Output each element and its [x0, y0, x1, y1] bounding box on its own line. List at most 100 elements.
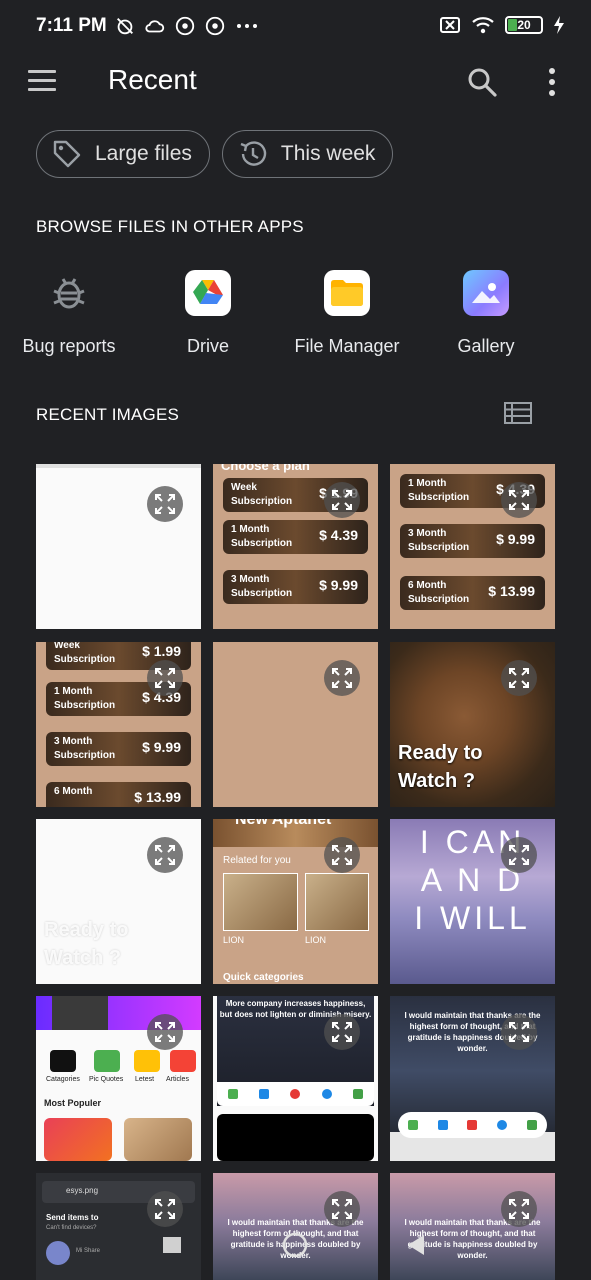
chip-large-files[interactable]: Large files: [36, 130, 210, 178]
app-gallery[interactable]: Gallery: [411, 270, 561, 357]
tile-text: Ready to Watch ?: [44, 916, 128, 972]
image-tile[interactable]: I CAN A N DI WILL: [390, 819, 555, 984]
expand-icon[interactable]: [501, 660, 537, 696]
image-tile[interactable]: I would maintain that thanks are the hig…: [390, 1173, 555, 1280]
more-notifications-icon: [237, 24, 257, 28]
image-tile[interactable]: Week Subscription $ 1.99 1 Month Subscripti…: [36, 642, 201, 807]
app-drive[interactable]: Drive: [133, 270, 283, 357]
share-bar: [398, 1112, 547, 1138]
expand-icon[interactable]: [147, 1014, 183, 1050]
copy-icon: [259, 1089, 270, 1099]
expand-icon[interactable]: [501, 1191, 537, 1227]
menu-icon[interactable]: [28, 70, 56, 92]
expand-icon[interactable]: [501, 1014, 537, 1050]
search-icon[interactable]: [466, 66, 498, 98]
tile-line: Watch ?: [398, 770, 476, 792]
download-icon: [527, 1120, 538, 1130]
chip-label: Large files: [95, 142, 192, 165]
expand-icon[interactable]: [324, 1191, 360, 1227]
plan-price: $ 9.99: [142, 739, 181, 755]
gallery-icon: [407, 1120, 418, 1130]
tile-photo: [217, 1114, 374, 1161]
chip-label: This week: [280, 142, 376, 165]
tile-photo: [124, 1118, 192, 1161]
copy-icon: [467, 1120, 478, 1130]
app-file-manager[interactable]: File Manager: [272, 270, 422, 357]
image-tile[interactable]: [213, 642, 378, 807]
tile-text: LION: [305, 935, 327, 945]
expand-icon[interactable]: [501, 482, 537, 518]
tile-photo: [52, 996, 108, 1030]
back-nav-icon[interactable]: [406, 1234, 426, 1256]
expand-icon[interactable]: [324, 837, 360, 873]
browse-section-title: BROWSE FILES IN OTHER APPS: [36, 217, 304, 236]
image-tile[interactable]: [36, 464, 201, 629]
tile-text: Ready to Watch ?: [398, 739, 482, 795]
expand-icon[interactable]: [147, 660, 183, 696]
battery-level: 20: [517, 18, 531, 32]
sim-off-icon: [440, 17, 460, 33]
list-view-icon[interactable]: [504, 402, 532, 424]
image-tile[interactable]: Ready to Watch ?: [36, 819, 201, 984]
chip-this-week[interactable]: This week: [221, 130, 394, 178]
bug-icon: [46, 270, 92, 316]
tile-line: I WILL: [414, 900, 531, 936]
plan-card: 6 Month Subscription $ 13.99: [400, 576, 545, 610]
category-icon: [50, 1050, 76, 1072]
system-icons: 20: [439, 15, 565, 35]
plan-price: $ 13.99: [488, 583, 535, 599]
tile-text: esys.png: [66, 1186, 99, 1195]
tile-text: Can't find devices?: [46, 1225, 97, 1231]
image-tile[interactable]: Catagories Pic Quotes Letest Articles Mo…: [36, 996, 201, 1161]
app-bar: Recent: [0, 54, 591, 110]
expand-icon[interactable]: [501, 837, 537, 873]
vpn-icon: [175, 16, 195, 36]
more-options-icon[interactable]: [540, 66, 564, 98]
image-tile[interactable]: More company increases happiness, but do…: [213, 996, 378, 1161]
expand-icon[interactable]: [147, 837, 183, 873]
plan-price: $ 4.39: [319, 527, 358, 543]
image-tile[interactable]: 1 MonthSubscription$ 4.39 3 MonthSubscri…: [390, 464, 555, 629]
plan-price: $ 1.99: [142, 643, 181, 659]
cloud-icon: [145, 20, 165, 33]
category-icon: [170, 1050, 196, 1072]
image-tile[interactable]: Ready to Watch ?: [390, 642, 555, 807]
expand-icon[interactable]: [147, 486, 183, 522]
recents-nav-icon[interactable]: [162, 1236, 182, 1254]
expand-icon[interactable]: [324, 660, 360, 696]
app-label: File Manager: [294, 336, 400, 356]
image-tile[interactable]: I would maintain that thanks are the hig…: [213, 1173, 378, 1280]
expand-icon[interactable]: [147, 1191, 183, 1227]
expand-icon[interactable]: [324, 482, 360, 518]
tile-text: Send items to: [46, 1213, 99, 1222]
tile-text: Catagories: [46, 1076, 80, 1083]
image-tile[interactable]: esys.png Send items to Can't find device…: [36, 1173, 201, 1280]
plan-card: 1 MonthSubscription$ 4.39: [223, 520, 368, 554]
app-bug-reports[interactable]: Bug reports: [0, 270, 144, 357]
tile-text: Quick categories: [223, 972, 304, 983]
tile-text: Most Populer: [44, 1098, 102, 1108]
tile-text: Mi Share: [76, 1248, 101, 1254]
image-tile[interactable]: New Aptanet Related for you LION LION Qu…: [213, 819, 378, 984]
plan-price: $ 13.99: [134, 789, 181, 805]
drive-icon: [185, 270, 231, 316]
app-label: Bug reports: [22, 336, 116, 356]
home-nav-icon[interactable]: [282, 1232, 308, 1258]
expand-icon[interactable]: [324, 1014, 360, 1050]
tile-line: Ready to: [398, 742, 483, 764]
tile-text: Letest: [135, 1076, 155, 1083]
image-tile[interactable]: I would maintain that thanks are the hig…: [390, 996, 555, 1161]
app-label: Drive: [186, 336, 229, 356]
image-tile[interactable]: Choose a plan WeekSubscription$ 1.99 1 M…: [213, 464, 378, 629]
plan-card: 3 Month Subscription $ 9.99: [223, 570, 368, 604]
filter-chips: Large files This week: [36, 130, 394, 178]
wifi-icon: [472, 17, 494, 34]
category-icon: [94, 1050, 120, 1072]
share-icon: [227, 1089, 238, 1099]
tile-photo: [44, 1118, 112, 1161]
plan-card: 3 Month Subscription $ 9.99: [46, 732, 191, 766]
tile-text: Pic Quotes: [89, 1076, 124, 1083]
plan-card: 6 Month $ 13.99: [46, 782, 191, 807]
text-icon: [437, 1120, 448, 1130]
plan-price: $ 9.99: [319, 577, 358, 593]
